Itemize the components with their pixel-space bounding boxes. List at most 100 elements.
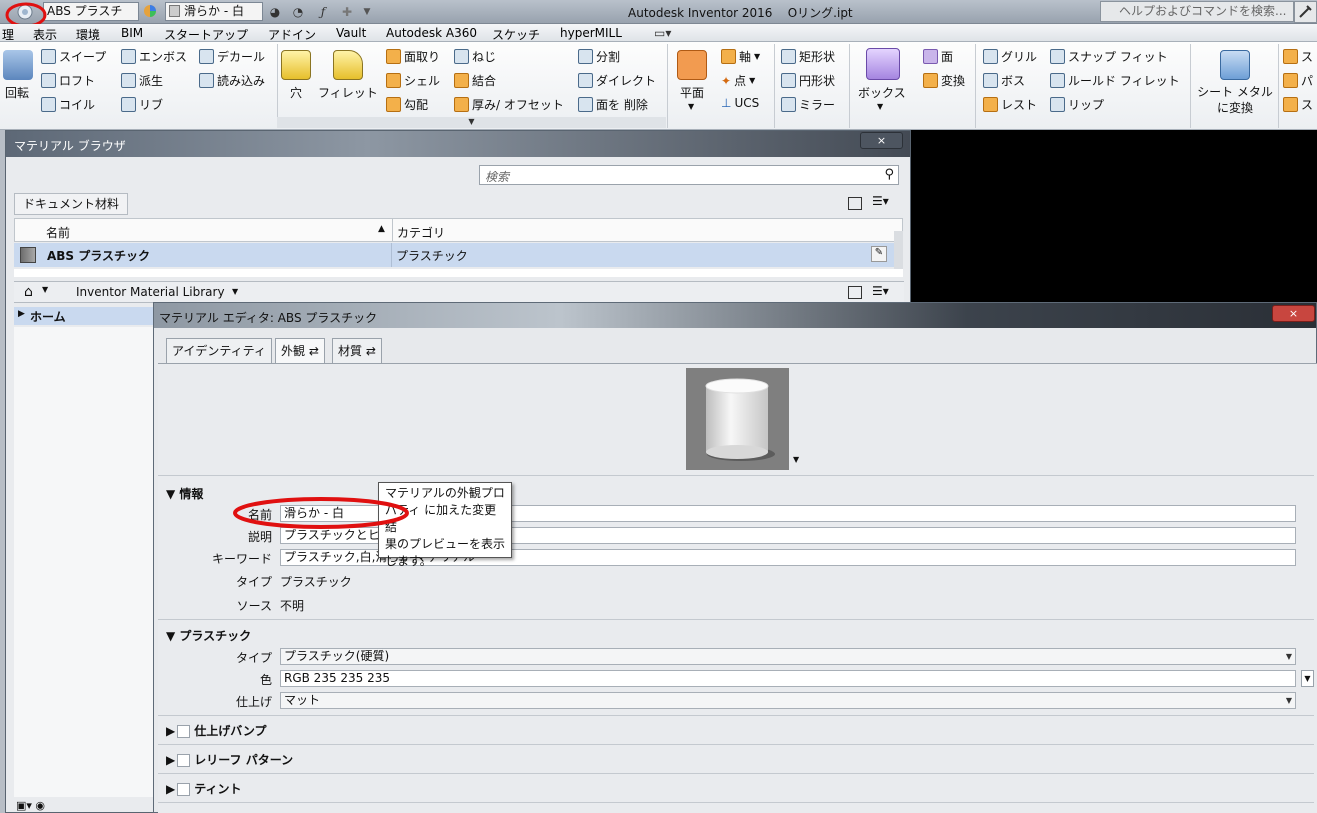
shell-button[interactable]: シェル [386, 72, 440, 89]
library-breadcrumb[interactable]: Inventor Material Library [76, 285, 225, 299]
convert-button[interactable]: 変換 [923, 72, 965, 89]
combine-button[interactable]: 結合 [454, 72, 496, 89]
bump-checkbox[interactable] [177, 725, 191, 738]
home-icon[interactable]: ⌂ [24, 284, 33, 300]
box-dropdown-icon[interactable]: ▼ [877, 102, 883, 111]
customize-dropdown-icon[interactable]: ▼ [358, 3, 376, 21]
tab-bim[interactable]: BIM [121, 26, 143, 40]
editor-close-button[interactable]: × [1272, 305, 1315, 322]
lip-button[interactable]: リップ [1050, 96, 1104, 113]
draft-button[interactable]: 勾配 [386, 96, 428, 113]
table-row[interactable]: ABS プラスチック プラスチック ✎ [14, 243, 894, 267]
panel-expand-icon[interactable]: ▼ [277, 117, 666, 128]
rule-fillet-button[interactable]: ルールド フィレット [1050, 72, 1180, 89]
bump-section-header[interactable]: ▶ 仕上げバンプ [166, 722, 266, 739]
video-icon[interactable]: ▭▾ [654, 26, 671, 40]
snap-fit-button[interactable]: スナップ フィット [1050, 48, 1168, 65]
info-section-header[interactable]: ▼ 情報 [166, 485, 203, 502]
material-combo[interactable]: ABS プラスチ [43, 2, 139, 21]
sweep-button[interactable]: スイープ [41, 48, 106, 65]
rib-button[interactable]: リブ [121, 96, 163, 113]
split-button[interactable]: 分割 [578, 48, 620, 65]
preview-dropdown-icon[interactable]: ▼ [793, 455, 799, 464]
tab-physical[interactable]: 材質 ⇄ [332, 338, 382, 364]
coil-button[interactable]: コイル [41, 96, 95, 113]
plane-dropdown-icon[interactable]: ▼ [688, 102, 694, 111]
col-name-header[interactable]: 名前 [46, 224, 70, 241]
fillet-button[interactable]: フィレット [318, 84, 378, 101]
tab-getstarted[interactable]: スタートアップ [164, 26, 248, 43]
tab-appearance[interactable]: 外観 ⇄ [275, 338, 325, 364]
browser-close-button[interactable]: × [860, 132, 903, 149]
browser-footer-icons[interactable]: ▣▾ ◉ [16, 799, 45, 812]
edit-pencil-icon[interactable]: ✎ [871, 246, 887, 262]
rect-pattern-button[interactable]: 矩形状 [781, 48, 835, 65]
tint-section-header[interactable]: ▶ ティント [166, 780, 242, 797]
plastic-type-select[interactable]: プラスチック(硬質) ▼ [280, 648, 1296, 665]
finish-select[interactable]: マット ▼ [280, 692, 1296, 709]
tint-checkbox[interactable] [177, 783, 191, 796]
ucs-button[interactable]: ⊥ UCS [721, 96, 759, 110]
cut-tool-3[interactable]: ス [1283, 96, 1313, 113]
face-button[interactable]: 面 [923, 48, 953, 65]
hole-button[interactable]: 穴 [290, 84, 302, 101]
circ-pattern-button[interactable]: 円形状 [781, 72, 835, 89]
thicken-button[interactable]: 厚み/ オフセット [454, 96, 564, 113]
library-dropdown-icon[interactable]: ▼ [232, 287, 238, 296]
col-category-header[interactable]: カテゴリ [397, 224, 445, 241]
thread-button[interactable]: ねじ [454, 48, 496, 65]
tab-a360[interactable]: Autodesk A360 [386, 26, 477, 40]
expand-arrow-icon[interactable]: ▶ [18, 309, 25, 319]
direct-button[interactable]: ダイレクト [578, 72, 656, 89]
tab-addins[interactable]: アドイン [268, 26, 316, 43]
cut-tool-1[interactable]: ス [1283, 48, 1313, 65]
tab-view[interactable]: 表示 [33, 26, 57, 43]
derive-button[interactable]: 派生 [121, 72, 163, 89]
color-wheel-icon[interactable] [141, 3, 159, 21]
grill-button[interactable]: グリル [983, 48, 1037, 65]
import-button[interactable]: 読み込み [199, 72, 265, 89]
relief-section-header[interactable]: ▶ レリーフ パターン [166, 751, 293, 768]
tab-vault[interactable]: Vault [336, 26, 366, 40]
color-field[interactable]: RGB 235 235 235 [280, 670, 1296, 687]
point-button[interactable]: ✦ 点 ▼ [721, 72, 755, 89]
view-toggle-icon[interactable] [848, 197, 862, 210]
tab-identity[interactable]: アイデンティティ [166, 338, 272, 364]
box-button[interactable]: ボックス [858, 84, 906, 101]
axis-button[interactable]: 軸 ▼ [721, 48, 760, 65]
tab-environment[interactable]: 環境 [76, 26, 100, 43]
plastic-section-header[interactable]: ▼ プラスチック [166, 627, 251, 644]
color-dropdown-icon[interactable]: ▼ [1301, 670, 1314, 687]
cut-tool-2[interactable]: パ [1283, 72, 1313, 89]
clear-appearance-icon[interactable]: ◔ [289, 3, 307, 21]
relief-checkbox[interactable] [177, 754, 191, 767]
tab-hypermill[interactable]: hyperMILL [560, 26, 622, 40]
mirror-button[interactable]: ミラー [781, 96, 835, 113]
graphics-viewport[interactable] [911, 130, 1317, 303]
revolve-button[interactable]: 回転 [5, 84, 29, 101]
plane-button[interactable]: 平面 [680, 84, 704, 101]
sheet-metal-button[interactable]: シート メタル に変換 [1196, 84, 1274, 116]
tree-item-home[interactable]: ▶ ホーム [14, 307, 154, 325]
emboss-button[interactable]: エンボス [121, 48, 187, 65]
tab-manage[interactable]: 理 [2, 26, 14, 43]
loft-button[interactable]: ロフト [41, 72, 95, 89]
help-search-input[interactable]: ヘルプおよびコマンドを検索... [1100, 1, 1294, 22]
grid-scrollbar[interactable] [894, 231, 903, 271]
tab-sketch[interactable]: スケッチ [492, 26, 540, 43]
view-toggle-icon[interactable] [848, 286, 862, 299]
chamfer-button[interactable]: 面取り [386, 48, 440, 65]
plus-icon[interactable]: ✚ [338, 3, 356, 21]
list-options-icon[interactable]: ☰▾ [872, 284, 889, 298]
home-dropdown-icon[interactable]: ▼ [42, 285, 48, 294]
help-tools-icon[interactable] [1294, 1, 1317, 23]
adjust-icon[interactable]: ◕ [266, 3, 284, 21]
appearance-preview[interactable] [686, 368, 789, 470]
rest-button[interactable]: レスト [983, 96, 1037, 113]
delete-face-button[interactable]: 面を 削除 [578, 96, 648, 113]
function-icon[interactable]: ƒ [314, 3, 332, 21]
appearance-combo[interactable]: 滑らか - 白 [165, 2, 263, 21]
doc-materials-breadcrumb[interactable]: ドキュメント材料 [14, 193, 129, 215]
boss-button[interactable]: ボス [983, 72, 1025, 89]
material-search-input[interactable]: 検索 ⚲ [479, 165, 899, 185]
